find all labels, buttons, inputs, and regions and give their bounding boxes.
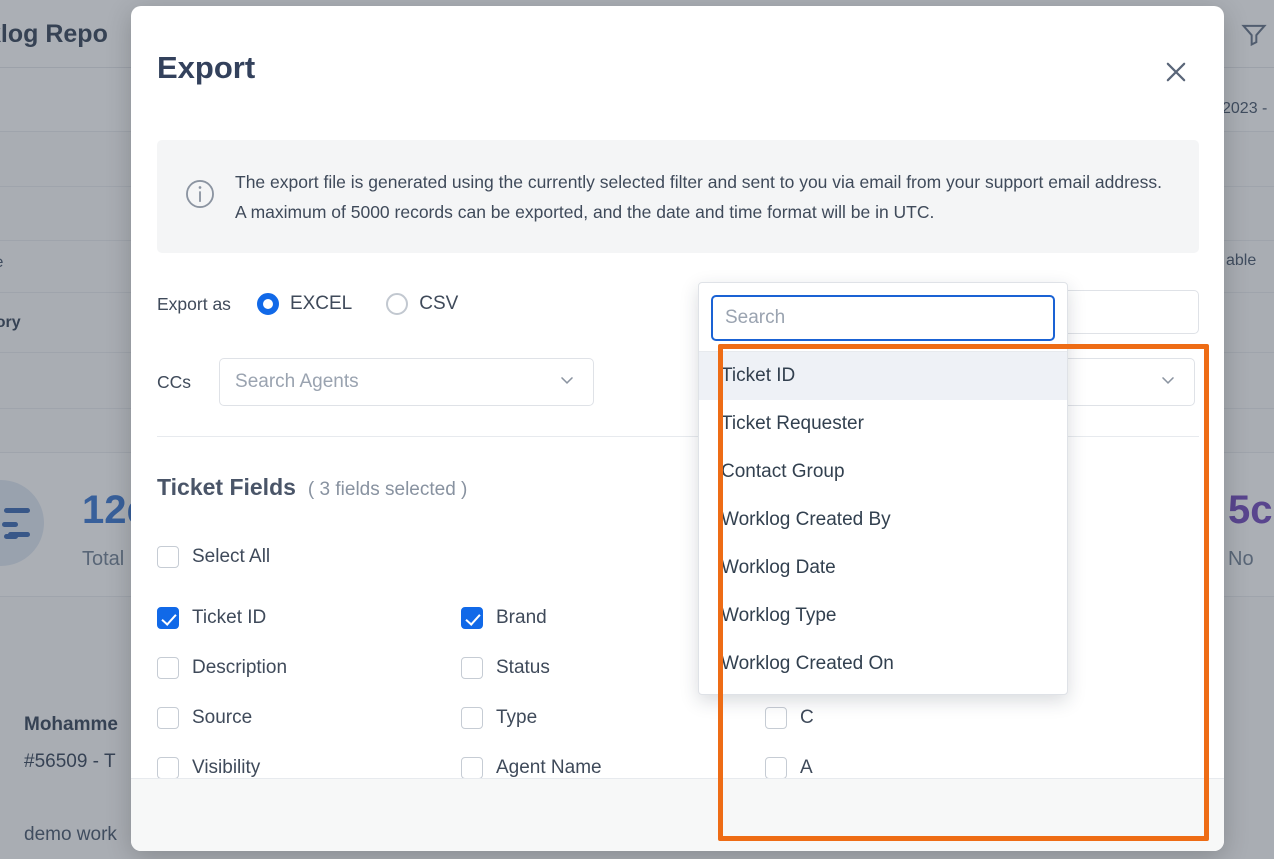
menu-item-worklog-created-by[interactable]: Worklog Created By: [699, 496, 1067, 544]
ticket-fields-header: Ticket Fields ( 3 fields selected ): [157, 474, 467, 501]
checkbox-label: C: [800, 707, 814, 729]
checkbox-box: [765, 707, 787, 729]
radio-excel[interactable]: EXCEL: [257, 293, 352, 315]
checkbox-visibility[interactable]: Visibility: [157, 743, 461, 778]
radio-csv[interactable]: CSV: [386, 293, 458, 315]
checkbox-box: [157, 546, 179, 568]
radio-csv-label: CSV: [419, 293, 458, 315]
menu-item-worklog-created-on[interactable]: Worklog Created On: [699, 640, 1067, 688]
checkbox-agent-name[interactable]: Agent Name: [461, 743, 765, 778]
checkbox-label: Brand: [496, 607, 547, 629]
ccs-label: CCs: [157, 372, 191, 393]
modal-footer: [131, 778, 1224, 851]
info-banner-text: The export file is generated using the c…: [235, 167, 1199, 227]
checkbox-box: [461, 757, 483, 778]
group-by-search-wrap: [699, 283, 1067, 351]
checkbox-box: [157, 757, 179, 778]
radio-csv-dot: [386, 293, 408, 315]
checkbox-label: Ticket ID: [192, 607, 266, 629]
checkbox-col3-row3[interactable]: C: [765, 693, 1069, 743]
ccs-row: CCs Search Agents: [157, 358, 594, 406]
radio-excel-label: EXCEL: [290, 293, 352, 315]
info-circle-icon: [183, 177, 217, 216]
ticket-fields-count: ( 3 fields selected ): [308, 479, 467, 501]
export-as-row: Export as EXCEL CSV: [157, 293, 492, 315]
close-icon[interactable]: [1153, 49, 1199, 95]
menu-item-ticket-requester[interactable]: Ticket Requester: [699, 400, 1067, 448]
export-as-label: Export as: [157, 294, 231, 315]
checkbox-ticket-id[interactable]: Ticket ID: [157, 593, 461, 643]
chevron-down-icon: [1158, 370, 1178, 395]
group-by-dropdown-menu: Ticket ID Ticket Requester Contact Group…: [698, 282, 1068, 695]
checkbox-source[interactable]: Source: [157, 693, 461, 743]
menu-item-worklog-type[interactable]: Worklog Type: [699, 592, 1067, 640]
field-row: Visibility Agent Name A: [157, 743, 1199, 778]
checkbox-label: A: [800, 757, 813, 778]
radio-excel-dot: [257, 293, 279, 315]
menu-item-worklog-date[interactable]: Worklog Date: [699, 544, 1067, 592]
chevron-down-icon: [557, 370, 577, 395]
info-banner: The export file is generated using the c…: [157, 140, 1199, 253]
menu-item-ticket-id[interactable]: Ticket ID: [699, 352, 1067, 400]
group-by-search-input[interactable]: [711, 295, 1055, 341]
checkbox-label: Visibility: [192, 757, 260, 778]
checkbox-type[interactable]: Type: [461, 693, 765, 743]
modal-header: Export: [131, 6, 1224, 118]
checkbox-box: [157, 607, 179, 629]
checkbox-select-all[interactable]: Select All: [157, 532, 461, 582]
checkbox-box: [157, 657, 179, 679]
checkbox-description[interactable]: Description: [157, 643, 461, 693]
checkbox-box: [461, 657, 483, 679]
checkbox-box: [461, 707, 483, 729]
checkbox-label: Status: [496, 657, 550, 679]
ccs-agents-select[interactable]: Search Agents: [219, 358, 594, 406]
page-title: Export: [157, 50, 255, 86]
checkbox-box: [461, 607, 483, 629]
menu-item-contact-group[interactable]: Contact Group: [699, 448, 1067, 496]
checkbox-col3-row4[interactable]: A: [765, 743, 1069, 778]
checkbox-label: Agent Name: [496, 757, 602, 778]
checkbox-box: [157, 707, 179, 729]
checkbox-label: Type: [496, 707, 537, 729]
checkbox-box: [765, 757, 787, 778]
export-format-radio-group: EXCEL CSV: [257, 293, 492, 315]
ccs-agents-value: Search Agents: [220, 371, 547, 393]
checkbox-label: Description: [192, 657, 287, 679]
checkbox-label: Source: [192, 707, 252, 729]
checkbox-label: Select All: [192, 546, 270, 568]
field-row: Source Type C: [157, 693, 1199, 743]
ticket-fields-title: Ticket Fields: [157, 474, 296, 501]
